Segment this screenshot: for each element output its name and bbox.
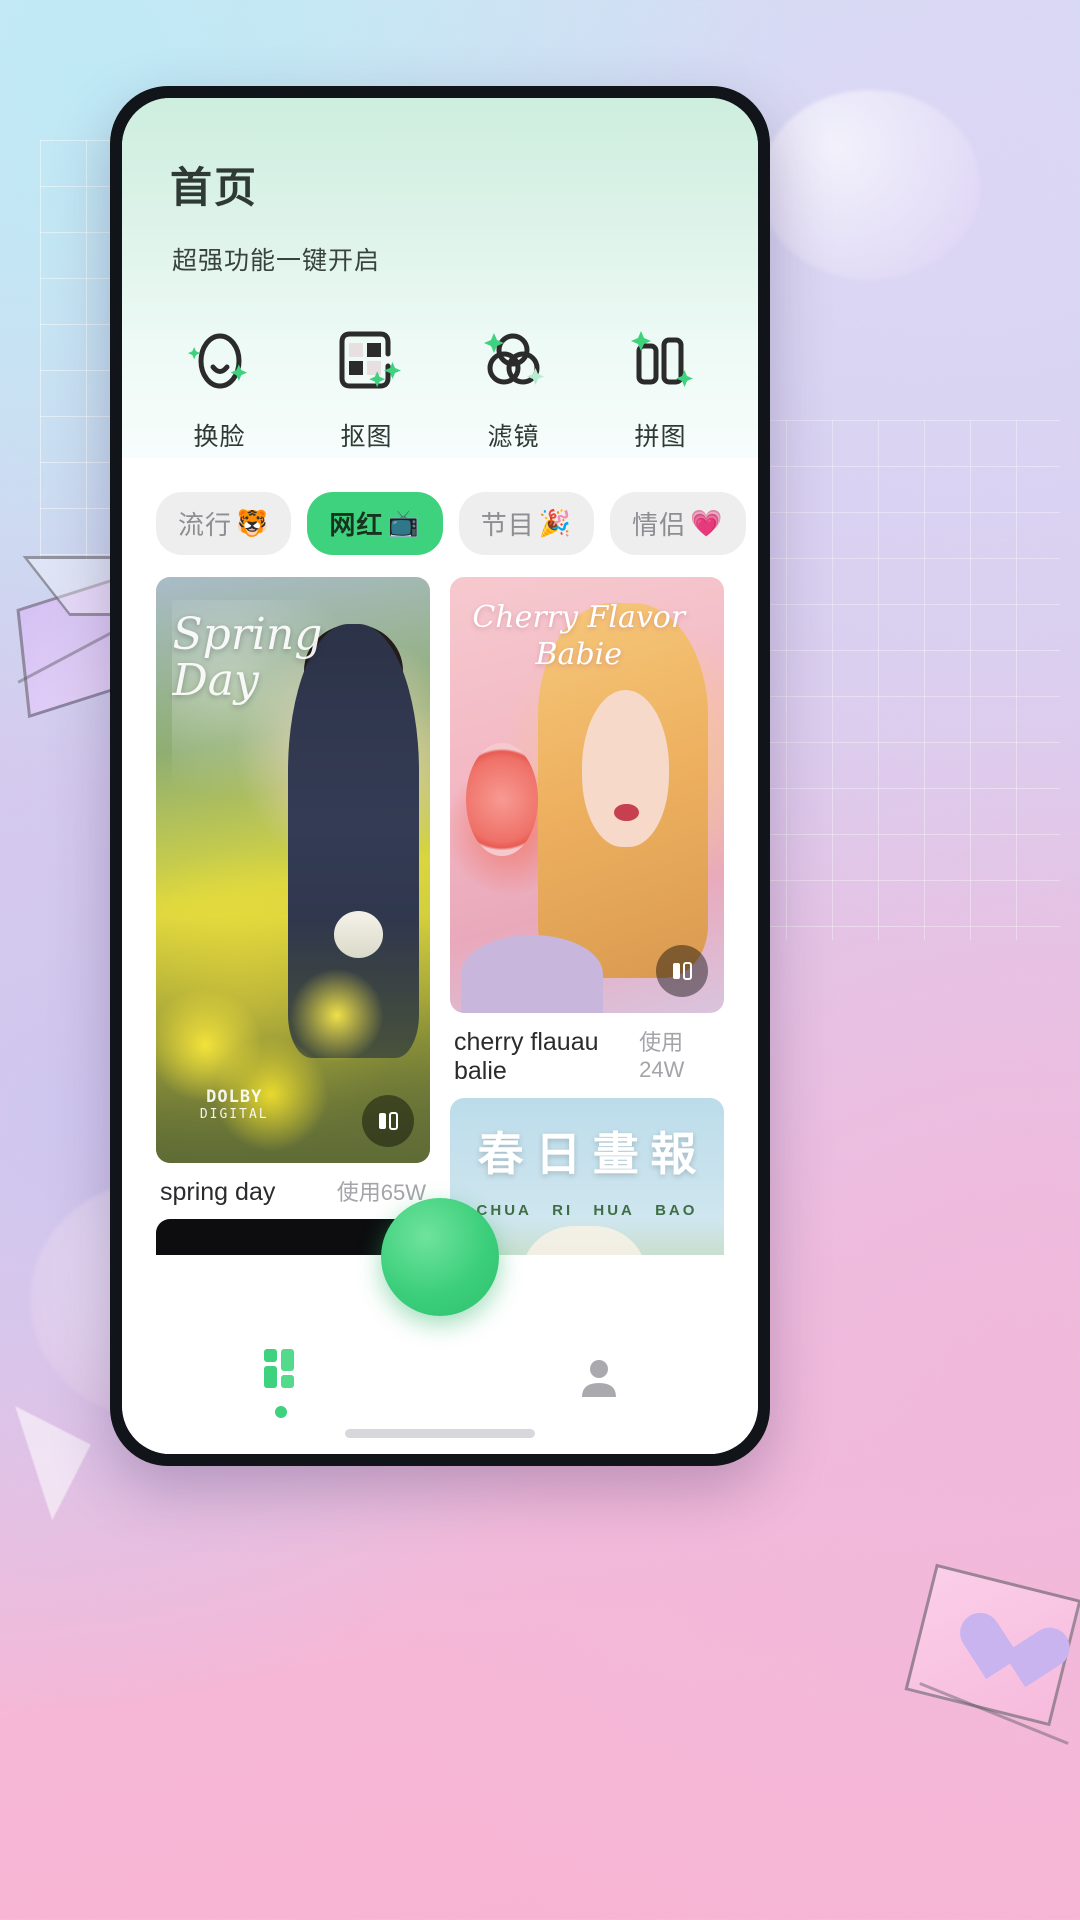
thumb-lips (614, 803, 640, 822)
background-grid-right (740, 420, 1060, 940)
thumb-script-text: Cherry Flavor Babie (472, 599, 686, 673)
template-name: spring day (160, 1178, 276, 1206)
thumb-subject (521, 1226, 648, 1255)
tiger-emoji-icon: 🐯 (236, 508, 270, 538)
roman-text: RI (552, 1202, 574, 1219)
app-header: 首页 超强功能一键开启 换脸 抠图 滤镜 拼图 (122, 98, 758, 458)
home-indicator (345, 1429, 535, 1438)
template-usage-count: 使用65W (336, 1180, 426, 1205)
thumb-watermark: DOLBY DIGITAL (200, 1087, 269, 1122)
template-column-right: Cherry Flavor Babie cherry flauau balie … (450, 577, 724, 1255)
template-caption: spring day 使用65W (156, 1163, 430, 1207)
thumb-face (581, 690, 670, 848)
chip-influencer[interactable]: 网红 📺 (307, 492, 443, 555)
phone-screen: 首页 超强功能一键开启 换脸 抠图 滤镜 拼图 流行 🐯 网红 📺 节目 🎉 情… (122, 98, 758, 1454)
tool-label: 抠图 (340, 423, 393, 451)
template-card-cherry[interactable]: Cherry Flavor Babie cherry flauau balie … (450, 577, 724, 1086)
tool-cutout[interactable]: 抠图 (307, 321, 427, 453)
face-swap-icon (160, 321, 280, 401)
watermark-sub: DIGITAL (199, 1106, 269, 1122)
hanzi-char: 畫 (592, 1128, 639, 1180)
sidebar-item-profile[interactable] (539, 1352, 659, 1407)
hanzi-char: 報 (650, 1128, 697, 1180)
template-usage-count: 使用24W (639, 1030, 685, 1082)
hanzi-char: 日 (535, 1128, 582, 1180)
thumb-romanization-row: CHUA RI HUA BAO (450, 1202, 724, 1219)
phone-mockup: 首页 超强功能一键开启 换脸 抠图 滤镜 拼图 流行 🐯 网红 📺 节目 🎉 情… (110, 86, 770, 1466)
tool-filter[interactable]: 滤镜 (454, 321, 574, 453)
roman-text: BAO (655, 1202, 698, 1219)
thumb-shoulder (460, 934, 604, 1013)
chip-label: 流行 (178, 510, 233, 540)
chip-couple[interactable]: 情侣 💗 (610, 492, 746, 555)
chip-label: 情侣 (632, 510, 687, 540)
chip-label: 网红 (329, 510, 384, 540)
roman-text: CHUA (476, 1202, 532, 1219)
chip-show[interactable]: 节目 🎉 (458, 492, 595, 555)
tv-emoji-icon: 📺 (387, 508, 421, 538)
filter-icon (454, 321, 574, 401)
tool-label: 换脸 (193, 423, 246, 451)
tool-shortcut-row: 换脸 抠图 滤镜 拼图 (122, 277, 758, 453)
chip-popular[interactable]: 流行 🐯 (156, 492, 292, 555)
sidebar-item-templates[interactable] (221, 1341, 341, 1418)
category-chip-row[interactable]: 流行 🐯 网红 📺 节目 🎉 情侣 💗 校 (122, 458, 758, 555)
roman-text: HUA (593, 1202, 635, 1219)
template-thumbnail[interactable]: Spring Day DOLBY DIGITAL (156, 577, 430, 1163)
tool-label: 拼图 (634, 423, 687, 451)
tool-collage[interactable]: 拼图 (601, 321, 721, 453)
heart-emoji-icon: 💗 (690, 508, 724, 538)
tool-label: 滤镜 (487, 423, 540, 451)
hanzi-char: 春 (477, 1128, 524, 1180)
active-indicator-dot (275, 1405, 287, 1418)
split-view-icon[interactable] (362, 1095, 414, 1147)
split-view-icon[interactable] (656, 945, 708, 997)
tool-face-swap[interactable]: 换脸 (160, 321, 280, 453)
page-subtitle: 超强功能一键开启 (172, 247, 381, 275)
bottom-navigation (122, 1304, 758, 1454)
thumb-script-text: Spring Day (172, 609, 323, 707)
template-grid: Spring Day DOLBY DIGITAL spring day 使用65… (122, 555, 758, 1255)
template-column-left: Spring Day DOLBY DIGITAL spring day 使用65… (156, 577, 430, 1255)
thumb-hanzi-row: 春 日 畫 報 (450, 1118, 724, 1184)
background-blob-top-right (760, 90, 980, 280)
watermark-brand: DOLBY (206, 1086, 263, 1107)
thumb-grapefruit (466, 742, 538, 857)
template-thumbnail[interactable]: Cherry Flavor Babie (450, 577, 724, 1013)
create-fab-button[interactable] (381, 1198, 499, 1316)
collage-icon (601, 321, 721, 401)
template-caption: cherry flauau balie 使用24W (450, 1013, 724, 1086)
template-card-spring-day[interactable]: Spring Day DOLBY DIGITAL spring day 使用65… (156, 577, 430, 1207)
page-title: 首页 (170, 164, 259, 211)
party-popper-emoji-icon: 🎉 (538, 508, 573, 538)
person-icon (582, 1359, 616, 1397)
chip-label: 节目 (480, 510, 535, 540)
cutout-icon (307, 321, 427, 401)
grid-icon (264, 1348, 294, 1388)
template-name: cherry flauau balie (454, 1028, 599, 1085)
